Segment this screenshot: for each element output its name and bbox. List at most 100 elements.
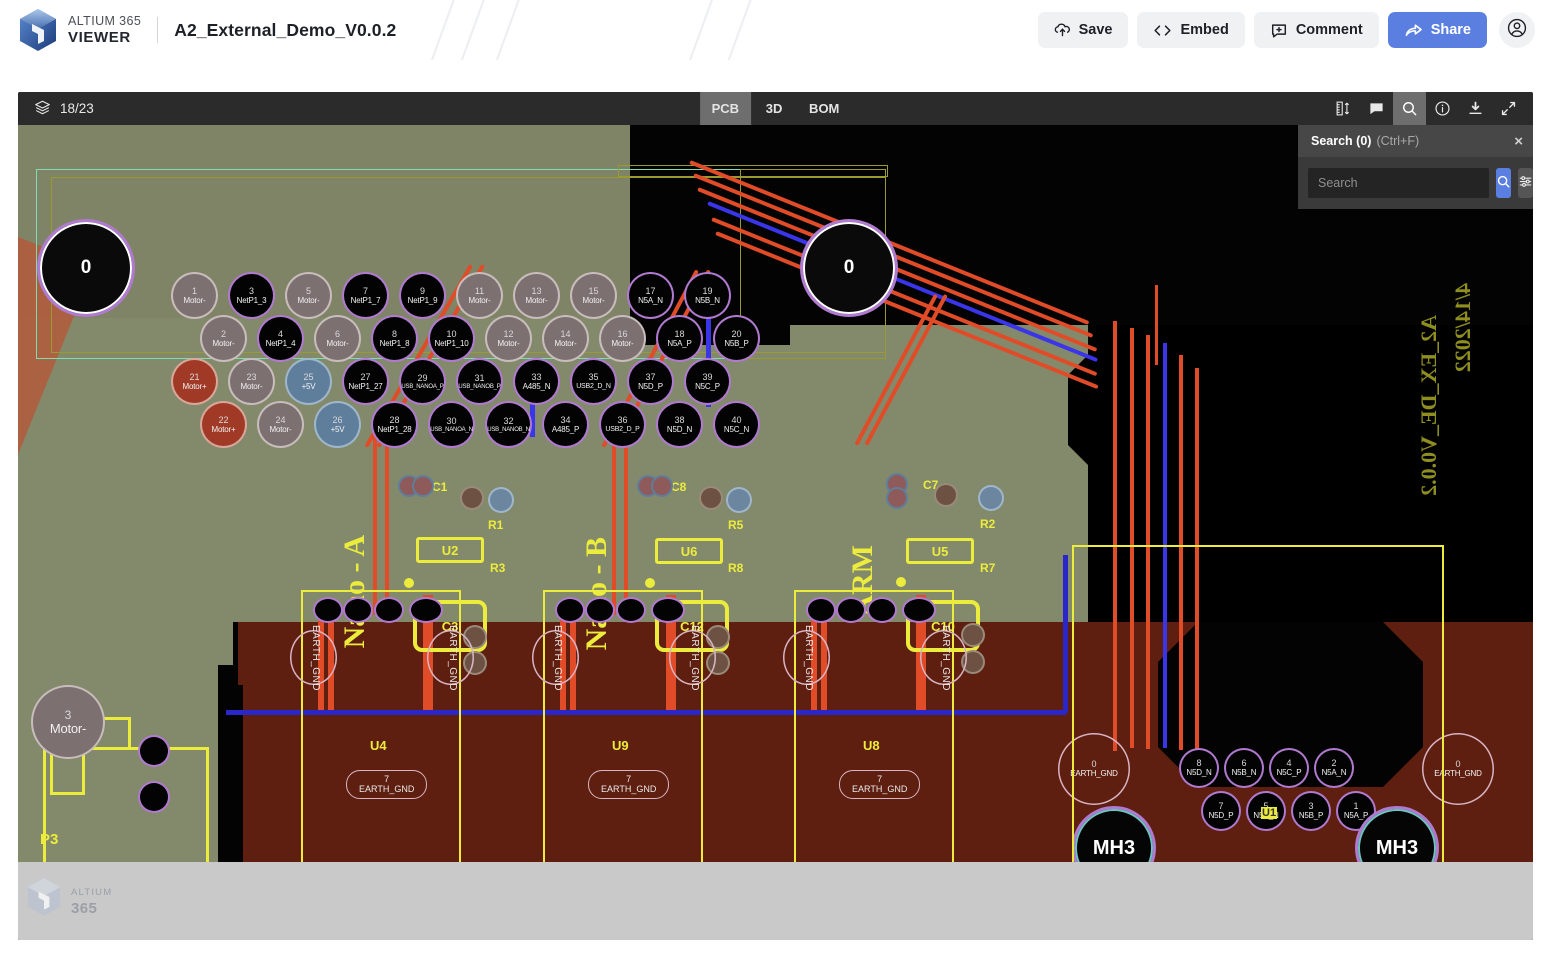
pad-6[interactable]: 6 Motor- <box>316 317 359 360</box>
pad-3[interactable]: 3 NetP1_3 <box>230 274 273 317</box>
refdes-u8: U8 <box>863 738 880 753</box>
component-u2[interactable]: U2 <box>416 537 484 563</box>
embed-label: Embed <box>1180 22 1229 38</box>
refdes-r7: R7 <box>980 561 996 575</box>
measure-icon[interactable] <box>1327 92 1360 125</box>
tab-3d[interactable]: 3D <box>751 92 797 125</box>
footer-brand-line-2: 365 <box>71 899 98 917</box>
layer-indicator[interactable]: 18/23 <box>34 99 94 119</box>
view-mode-tabs: PCB 3D BOM <box>699 92 852 125</box>
pad-7[interactable]: 7 NetP1_7 <box>344 274 387 317</box>
pad-17[interactable]: 17 N5A_N <box>629 274 672 317</box>
pad-8[interactable]: 8 NetP1_8 <box>373 317 416 360</box>
pad-1[interactable]: 1 Motor- <box>173 274 216 317</box>
pad-37[interactable]: 37 N5D_P <box>629 360 672 403</box>
big-pad-right-0[interactable]: 0 <box>803 222 895 314</box>
pad-19[interactable]: 19 N5B_N <box>686 274 729 317</box>
pad-11[interactable]: 11 Motor- <box>458 274 501 317</box>
pad-33[interactable]: 33 A485_N <box>515 360 558 403</box>
pad-10[interactable]: 10 NetP1_10 <box>430 317 473 360</box>
search-panel-body <box>1298 157 1533 209</box>
share-arrow-icon <box>1404 22 1423 39</box>
pad-21[interactable]: 21 Motor+ <box>173 360 216 403</box>
user-avatar-button[interactable] <box>1499 12 1535 48</box>
pad-18[interactable]: 18 N5A_P <box>658 317 701 360</box>
download-icon[interactable] <box>1459 92 1492 125</box>
big-pad-left-0[interactable]: 0 <box>40 222 132 314</box>
fullscreen-icon[interactable] <box>1492 92 1525 125</box>
document-title: A2_External_Demo_V0.0.2 <box>174 19 397 40</box>
altium-hex-small-icon <box>26 877 62 922</box>
pad-28[interactable]: 28 NetP1_28 <box>373 403 416 446</box>
user-icon <box>1506 17 1528 44</box>
close-icon[interactable]: × <box>1514 134 1523 149</box>
search-filter-button[interactable] <box>1518 168 1533 198</box>
brand-line-2: VIEWER <box>68 29 131 46</box>
pad-24[interactable]: 24 Motor- <box>259 403 302 446</box>
brand-logo[interactable]: ALTIUM 365 VIEWER <box>18 8 141 52</box>
comment-add-icon <box>1270 22 1288 39</box>
app-header: ALTIUM 365 VIEWER A2_External_Demo_V0.0.… <box>0 0 1551 60</box>
pad-20[interactable]: 20 N5B_P <box>715 317 758 360</box>
pad-36[interactable]: 36 USB2_D_P <box>601 403 644 446</box>
pad-14[interactable]: 14 Motor- <box>544 317 587 360</box>
brand-line-1: ALTIUM 365 <box>68 14 142 29</box>
search-icon[interactable] <box>1393 92 1426 125</box>
gnd-label-u9-5: EARTH_GND <box>552 625 563 691</box>
share-button[interactable]: Share <box>1387 12 1487 48</box>
gnd-label-u4-6: EARTH_GND <box>447 625 458 691</box>
gnd-pad-u4[interactable]: 7 EARTH_GND <box>346 770 428 799</box>
pad-13[interactable]: 13 Motor- <box>515 274 558 317</box>
footer-brand: ALTIUM 365 <box>26 877 112 922</box>
save-button[interactable]: Save <box>1037 12 1129 48</box>
pad-9[interactable]: 9 NetP1_9 <box>401 274 444 317</box>
refdes-r1: R1 <box>488 518 504 532</box>
pad-22[interactable]: 22 Motor+ <box>202 403 245 446</box>
pad-12[interactable]: 12 Motor- <box>487 317 530 360</box>
altium-hex-icon <box>18 8 58 52</box>
pad-34[interactable]: 34 A485_P <box>544 403 587 446</box>
gnd-pad-u9[interactable]: 7 EARTH_GND <box>588 770 670 799</box>
tab-pcb[interactable]: PCB <box>699 92 752 125</box>
comment-icon[interactable] <box>1360 92 1393 125</box>
pad-27[interactable]: 27 NetP1_27 <box>344 360 387 403</box>
component-u5[interactable]: U5 <box>906 538 974 564</box>
pad-31[interactable]: 31 USB_NANOB_P <box>458 360 501 403</box>
search-shortcut-hint: (Ctrl+F) <box>1376 134 1420 148</box>
pad-30[interactable]: 30 USB_NANOA_N <box>430 403 473 446</box>
pad-16[interactable]: 16 Motor- <box>601 317 644 360</box>
share-label: Share <box>1430 22 1471 38</box>
pad-2[interactable]: 2 Motor- <box>202 317 245 360</box>
pad-motor-3[interactable]: 3 Motor- <box>33 687 103 757</box>
header-actions: Save Embed Comment Share <box>1037 12 1535 48</box>
comment-button[interactable]: Comment <box>1253 12 1379 48</box>
gnd-label-u4-5: EARTH_GND <box>310 625 321 691</box>
component-outline-right[interactable] <box>1072 545 1444 893</box>
pad-38[interactable]: 38 N5D_N <box>658 403 701 446</box>
pad-5[interactable]: 5 Motor- <box>287 274 330 317</box>
info-icon[interactable] <box>1426 92 1459 125</box>
pad-26[interactable]: 26 +5V <box>316 403 359 446</box>
search-panel-header: Search (0) (Ctrl+F) × <box>1298 125 1533 157</box>
pad-4[interactable]: 4 NetP1_4 <box>259 317 302 360</box>
component-u6[interactable]: U6 <box>655 538 723 564</box>
pad-40[interactable]: 40 N5C_N <box>715 403 758 446</box>
silk-revision-mirrored: A2_EX_DE_V0.0.2 <box>1416 315 1441 496</box>
layer-count-label: 18/23 <box>60 101 94 116</box>
search-input[interactable] <box>1308 168 1489 198</box>
pcb-canvas[interactable]: 1 Motor- 3 NetP1_3 5 Motor- 7 NetP1_7 9 NetP1… <box>18 125 1533 940</box>
gnd-label-u9-6: EARTH_GND <box>689 625 700 691</box>
pad-25[interactable]: 25 +5V <box>287 360 330 403</box>
pad-29[interactable]: 29 USB_NANOA_P <box>401 360 444 403</box>
pad-23[interactable]: 23 Motor- <box>230 360 273 403</box>
pad-32[interactable]: 32 USB_NANOB_N <box>487 403 530 446</box>
search-submit-button[interactable] <box>1496 168 1511 198</box>
pad-39[interactable]: 39 N5C_P <box>686 360 729 403</box>
pad-15[interactable]: 15 Motor- <box>572 274 615 317</box>
layers-icon <box>34 99 51 119</box>
tab-bom[interactable]: BOM <box>797 92 851 125</box>
embed-button[interactable]: Embed <box>1137 12 1245 48</box>
pad-35[interactable]: 35 USB2_D_N <box>572 360 615 403</box>
gnd-pad-u8[interactable]: 7 EARTH_GND <box>839 770 921 799</box>
refdes-r5: R5 <box>728 518 744 532</box>
